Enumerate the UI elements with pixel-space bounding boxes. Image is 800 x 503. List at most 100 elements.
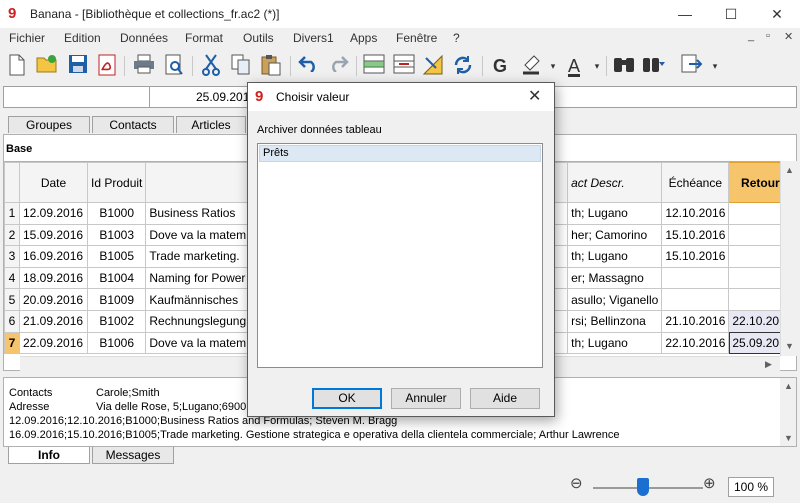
scroll-down-icon[interactable]: ▼ <box>785 341 794 351</box>
cell-date[interactable]: 20.09.2016 <box>19 288 88 311</box>
column-header-id-produit[interactable]: Id Produit <box>86 162 147 203</box>
tab-messages[interactable]: Messages <box>92 447 174 464</box>
cell-description[interactable]: Dove va la matem <box>145 223 251 247</box>
cell-echeance[interactable]: 15.10.2016 <box>661 245 730 268</box>
column-header-echeance[interactable]: Échéance <box>661 162 730 203</box>
cell-date[interactable]: 16.09.2016 <box>19 245 88 268</box>
menu-help[interactable]: ? <box>453 31 460 45</box>
save-icon[interactable] <box>66 54 90 78</box>
edit-ruler-icon[interactable] <box>421 54 445 78</box>
close-button[interactable]: ✕ <box>754 0 800 28</box>
row-number[interactable]: 7 <box>4 331 20 355</box>
ok-button[interactable]: OK <box>312 388 382 409</box>
tab-articles[interactable]: Articles <box>176 116 246 133</box>
menu-outils[interactable]: Outils <box>243 31 274 45</box>
cell-contact[interactable]: th; Lugano <box>567 202 663 225</box>
undo-icon[interactable] <box>297 54 321 78</box>
find-icon[interactable] <box>612 54 636 78</box>
cell-date[interactable]: 15.09.2016 <box>19 223 88 247</box>
tab-contacts[interactable]: Contacts <box>92 116 174 133</box>
zoom-percent[interactable]: 100 % <box>728 477 774 497</box>
column-header-description[interactable] <box>145 162 251 203</box>
tab-info[interactable]: Info <box>8 447 90 464</box>
zoom-out-icon[interactable]: ⊖ <box>570 474 583 492</box>
cut-icon[interactable] <box>199 54 223 78</box>
pdf-icon[interactable] <box>95 54 119 78</box>
recalculate-icon[interactable] <box>451 54 475 78</box>
vertical-scrollbar[interactable]: ▲ ▼ <box>780 161 797 356</box>
column-header-contact-descr[interactable]: act Descr. <box>567 162 663 203</box>
cell-description[interactable]: Rechnungslegung <box>145 309 251 333</box>
cell-id-produit[interactable]: B1006 <box>86 331 147 355</box>
cell-description[interactable]: Kaufmännisches <box>145 288 251 311</box>
column-header-date[interactable]: Date <box>19 162 88 203</box>
export-dropdown-icon[interactable]: ▾ <box>703 54 727 78</box>
info-scrollbar[interactable]: ▲ ▼ <box>780 378 796 446</box>
new-file-icon[interactable] <box>5 54 29 78</box>
list-item[interactable]: Prêts <box>259 145 541 162</box>
cell-echeance[interactable] <box>661 266 730 290</box>
zoom-in-icon[interactable]: ⊕ <box>703 474 716 492</box>
cell-description[interactable]: Trade marketing. <box>145 245 251 268</box>
row-number[interactable]: 3 <box>4 245 20 268</box>
cell-id-produit[interactable]: B1005 <box>86 245 147 268</box>
menu-divers1[interactable]: Divers1 <box>293 31 334 45</box>
row-number[interactable]: 1 <box>4 202 20 225</box>
maximize-button[interactable]: ☐ <box>708 0 754 28</box>
mdi-restore-button[interactable]: ▫ <box>766 30 770 42</box>
cell-id-produit[interactable]: B1004 <box>86 266 147 290</box>
insert-rows-icon[interactable] <box>362 54 386 78</box>
minimize-button[interactable]: — <box>662 0 708 28</box>
cell-echeance[interactable]: 22.10.2016 <box>661 331 730 355</box>
cell-contact[interactable]: asullo; Viganello <box>567 288 663 311</box>
cell-contact[interactable]: er; Massagno <box>567 266 663 290</box>
cell-date[interactable]: 21.09.2016 <box>19 309 88 333</box>
row-number[interactable]: 4 <box>4 266 20 290</box>
menu-format[interactable]: Format <box>185 31 223 45</box>
copy-icon[interactable] <box>229 54 253 78</box>
zoom-slider-thumb[interactable] <box>636 478 649 496</box>
cell-id-produit[interactable]: B1009 <box>86 288 147 311</box>
menu-edition[interactable]: Edition <box>64 31 101 45</box>
cell-description[interactable]: Business Ratios <box>145 202 251 225</box>
cell-id-produit[interactable]: B1003 <box>86 223 147 247</box>
redo-icon[interactable] <box>326 54 350 78</box>
row-number[interactable]: 5 <box>4 288 20 311</box>
cell-echeance[interactable]: 15.10.2016 <box>661 223 730 247</box>
menu-apps[interactable]: Apps <box>350 31 377 45</box>
scroll-up-icon[interactable]: ▲ <box>785 165 794 175</box>
menu-fenetre[interactable]: Fenêtre <box>396 31 437 45</box>
export-icon[interactable] <box>680 54 704 78</box>
cell-date[interactable]: 12.09.2016 <box>19 202 88 225</box>
cell-echeance[interactable] <box>661 288 730 311</box>
find-next-icon[interactable] <box>642 54 666 78</box>
row-number[interactable]: 6 <box>4 309 20 333</box>
mdi-minimize-button[interactable]: _ <box>748 30 754 42</box>
cell-date[interactable]: 22.09.2016 <box>19 331 88 355</box>
cell-contact[interactable]: her; Camorino <box>567 223 663 247</box>
cell-edit-value[interactable]: 25.09.201 <box>196 90 249 104</box>
font-color-icon[interactable]: A <box>562 54 586 78</box>
cell-echeance[interactable]: 12.10.2016 <box>661 202 730 225</box>
menu-fichier[interactable]: Fichier <box>9 31 45 45</box>
tab-groupes[interactable]: Groupes <box>8 116 90 133</box>
paste-icon[interactable] <box>259 54 283 78</box>
help-button[interactable]: Aide <box>470 388 540 409</box>
cell-contact[interactable]: th; Lugano <box>567 331 663 355</box>
bold-icon[interactable]: G <box>488 54 512 78</box>
dialog-close-button[interactable]: ✕ <box>528 86 541 106</box>
print-preview-icon[interactable] <box>162 54 186 78</box>
row-number[interactable]: 2 <box>4 223 20 247</box>
cell-date[interactable]: 18.09.2016 <box>19 266 88 290</box>
cell-description[interactable]: Naming for Power <box>145 266 251 290</box>
cell-id-produit[interactable]: B1002 <box>86 309 147 333</box>
open-folder-icon[interactable] <box>35 54 59 78</box>
menu-donnees[interactable]: Données <box>120 31 168 45</box>
mdi-close-button[interactable]: ✕ <box>784 30 793 43</box>
cell-contact[interactable]: th; Lugano <box>567 245 663 268</box>
cell-contact[interactable]: rsi; Bellinzona <box>567 309 663 333</box>
cancel-button[interactable]: Annuler <box>391 388 461 409</box>
cell-description[interactable]: Dove va la matem <box>145 331 251 355</box>
delete-rows-icon[interactable] <box>392 54 416 78</box>
scroll-right-icon[interactable]: ▶ <box>765 359 772 370</box>
